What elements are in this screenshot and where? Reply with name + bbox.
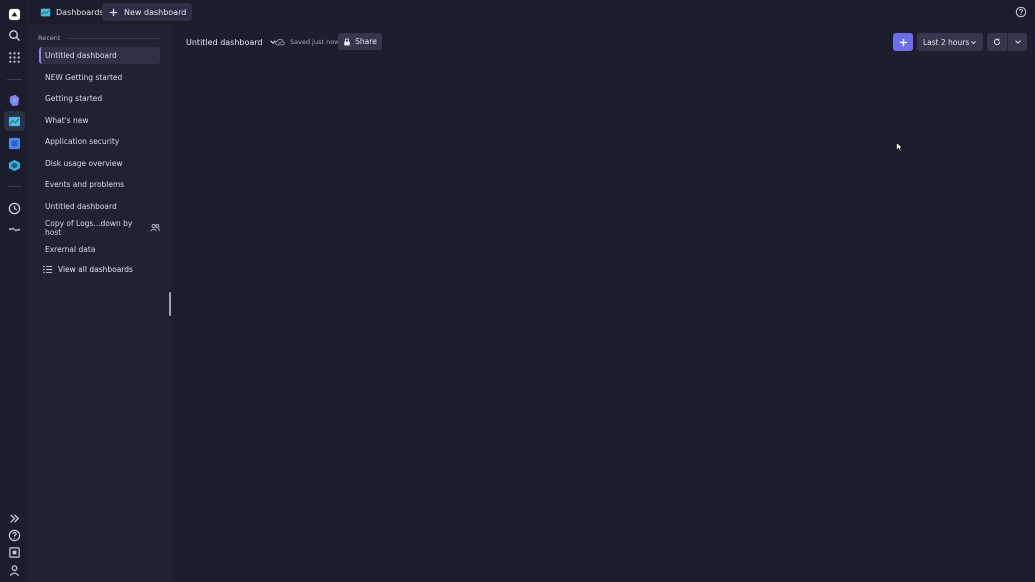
dashboard-list-item-label: What's new [45, 116, 89, 125]
rail-divider [7, 79, 22, 80]
dashboard-list-item[interactable]: Disk usage overview [39, 155, 160, 172]
dashboard-list-item-label: Application security [45, 137, 120, 146]
dashboards-tab-label: Dashboards [56, 7, 104, 17]
chevron-down-icon [1014, 40, 1021, 44]
refresh-button[interactable] [987, 33, 1007, 51]
shared-users-icon [150, 223, 160, 232]
dashboard-title-menu[interactable]: Untitled dashboard [186, 34, 277, 50]
clock-icon[interactable] [4, 198, 25, 218]
dashboard-list-item-label: Untitled dashboard [45, 202, 117, 211]
search-icon[interactable] [4, 25, 25, 45]
user-icon[interactable] [4, 560, 25, 580]
recent-heading: Recent [38, 34, 61, 42]
save-status: Saved just now [275, 34, 340, 50]
connect-icon[interactable] [4, 219, 25, 239]
apps-grid-icon[interactable] [4, 47, 25, 67]
refresh-options-button[interactable] [1007, 33, 1027, 51]
dashboard-title: Untitled dashboard [186, 37, 263, 47]
dashboard-list-item-label: NEW Getting started [45, 73, 123, 82]
refresh-icon [993, 38, 1001, 45]
notebooks-icon[interactable] [4, 90, 25, 110]
share-label: Share [355, 37, 377, 46]
dashboard-list-item[interactable]: Untitled dashboard [39, 47, 160, 64]
save-status-text: Saved just now [290, 38, 340, 46]
dashboard-list-item-label: Untitled dashboard [45, 51, 117, 60]
help-circle-icon[interactable] [1015, 6, 1027, 18]
new-dashboard-label: New dashboard [124, 7, 187, 17]
logo-icon[interactable] [4, 4, 25, 24]
dashboard-list-item-label: Events and problems [45, 180, 125, 189]
dashboard-list-item[interactable]: Copy of Logs...down by host [39, 218, 160, 237]
recent-divider [68, 38, 160, 39]
dashboards-panel: Recent Untitled dashboard NEW Getting st… [30, 25, 172, 582]
panel-resize-handle[interactable] [169, 292, 171, 316]
mouse-cursor-icon [896, 142, 903, 152]
dashboard-list-item-label: Getting started [45, 94, 103, 103]
add-tile-button[interactable] [893, 33, 913, 51]
dashboard-list-item[interactable]: Getting started [39, 90, 160, 107]
list-icon [43, 265, 53, 274]
timeframe-label: Last 2 hours [923, 37, 970, 47]
cloud-saved-icon [275, 38, 285, 46]
marketplace-icon[interactable] [4, 542, 25, 562]
lock-icon [344, 37, 350, 45]
view-all-dashboards-link[interactable]: View all dashboards [43, 265, 133, 274]
refresh-controls [987, 33, 1027, 51]
dashboard-list-item[interactable]: Events and problems [39, 176, 160, 193]
dashboards-tab[interactable]: Dashboards [34, 3, 110, 21]
dashboards-app-icon[interactable] [4, 111, 25, 131]
dashboard-list-item-label: Exrernal data [45, 245, 96, 254]
data-explorer-icon[interactable] [4, 133, 25, 153]
infrastructure-icon[interactable] [4, 155, 25, 175]
new-dashboard-tab[interactable]: New dashboard [102, 3, 193, 21]
dashboard-list-item[interactable]: NEW Getting started [39, 69, 160, 86]
chevron-down-icon [971, 40, 976, 44]
dashboard-list-item-label: Disk usage overview [45, 159, 123, 168]
dashboard-list-item-label: Copy of Logs...down by host [45, 218, 133, 237]
plus-icon [899, 38, 907, 46]
plus-icon [109, 8, 118, 16]
share-button[interactable]: Share [338, 33, 382, 50]
top-bar: Dashboards New dashboard [29, 0, 1035, 24]
dashboard-list-item[interactable]: Exrernal data [39, 241, 160, 258]
dashboard-list-item[interactable]: What's new [39, 112, 160, 129]
rail-divider [7, 186, 22, 187]
dashboard-list-item[interactable]: Application security [39, 133, 160, 150]
timeframe-selector[interactable]: Last 2 hours [917, 33, 983, 51]
dashboard-list-item[interactable]: Untitled dashboard [39, 198, 160, 215]
app-rail [0, 0, 29, 582]
dashboards-tab-icon [40, 8, 51, 16]
view-all-label: View all dashboards [58, 265, 133, 274]
